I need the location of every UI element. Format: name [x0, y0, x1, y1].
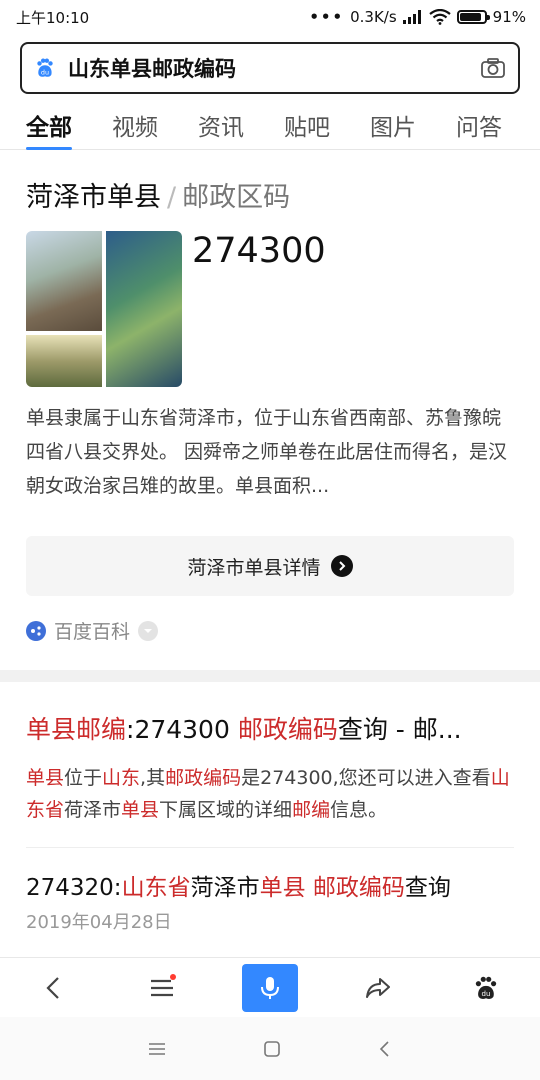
status-bar: 上午10:10 ••• 0.3K/s 91% — [0, 0, 540, 34]
chevron-right-icon — [330, 555, 353, 577]
highlighted-keyword: 邮政编码 — [165, 767, 242, 789]
search-query[interactable]: 山东单县邮政编码 — [68, 53, 480, 83]
status-time: 上午10:10 — [16, 8, 90, 27]
thumbnail-archway — [26, 231, 102, 331]
voice-search-button[interactable] — [242, 963, 298, 1012]
result-divider — [26, 847, 514, 848]
location-description: 单县隶属于山东省菏泽市，位于山东省西南部、苏鲁豫皖四省八县交界处。 因舜帝之师单… — [26, 407, 508, 497]
baidu-home-button[interactable]: du — [458, 964, 514, 1012]
search-result: 单县邮编:274300 邮政编码查询 - 邮... 单县位于山东,其邮政编码是2… — [0, 682, 540, 960]
details-button[interactable]: 菏泽市单县详情 — [26, 536, 514, 596]
baidu-paw-icon: du — [475, 976, 497, 999]
text-segment: 查询 — [404, 875, 451, 901]
card-title-subtitle: 邮政区码 — [182, 182, 291, 213]
text-segment: ,其 — [140, 767, 166, 789]
highlighted-keyword: 单县 — [259, 875, 306, 901]
postcode-value: 274300 — [192, 231, 326, 271]
highlighted-keyword: 山东 — [102, 767, 141, 789]
nav-back-icon[interactable] — [378, 1040, 392, 1058]
signal-icon — [402, 10, 421, 24]
status-dots: ••• — [309, 8, 345, 26]
text-segment: 信息。 — [330, 799, 388, 821]
search-tabs: 全部 视频 资讯 贴吧 图片 问答 — [0, 100, 540, 150]
related-result-date: 2019年04月28日 — [26, 912, 172, 933]
text-segment: 下属区域的详细 — [159, 799, 293, 821]
text-segment: 是274300,您还可以进入查看 — [241, 767, 491, 789]
tab-all[interactable]: 全部 — [26, 100, 72, 150]
bottom-toolbar: du — [0, 957, 540, 1017]
tab-images[interactable]: 图片 — [370, 100, 416, 142]
section-divider — [0, 670, 540, 682]
text-segment — [306, 875, 313, 901]
back-button[interactable] — [26, 964, 82, 1012]
text-segment: 位于 — [64, 767, 103, 789]
highlighted-keyword: 单县邮编 — [26, 715, 127, 744]
wifi-icon — [428, 9, 451, 25]
thumbnail-city — [106, 231, 182, 387]
card-title-location[interactable]: 菏泽市单县 — [26, 182, 161, 213]
result-snippet: 单县位于山东,其邮政编码是274300,您还可以进入查看山东省荷泽市单县下属区域… — [26, 762, 514, 826]
result-title[interactable]: 单县邮编:274300 邮政编码查询 - 邮... — [26, 710, 514, 746]
tab-news[interactable]: 资讯 — [198, 100, 244, 142]
share-button[interactable] — [350, 964, 406, 1012]
tab-tieba[interactable]: 贴吧 — [284, 100, 330, 142]
share-icon — [366, 977, 390, 998]
system-nav-bar — [0, 1017, 540, 1080]
source-row[interactable]: 百度百科 — [26, 617, 159, 644]
card-title-separator: / — [167, 182, 177, 213]
microphone-icon — [261, 976, 279, 999]
baike-icon — [26, 620, 46, 641]
svg-text:du: du — [41, 68, 49, 76]
svg-text:du: du — [482, 989, 491, 998]
details-button-label: 菏泽市单县详情 — [187, 556, 321, 579]
nav-menu-icon[interactable] — [148, 1042, 166, 1056]
highlighted-keyword: 单县 — [121, 799, 160, 821]
highlighted-keyword: 邮政编码 — [237, 715, 338, 744]
text-segment: 查询 - 邮... — [337, 715, 462, 744]
thumbnail-lake — [26, 335, 102, 387]
dropdown-icon[interactable] — [138, 620, 159, 641]
status-icons: ••• 0.3K/s 91% — [309, 8, 526, 26]
baidu-logo-icon: du — [37, 58, 53, 77]
source-label: 百度百科 — [54, 621, 131, 643]
back-icon — [46, 976, 59, 999]
network-speed: 0.3K/s — [350, 8, 397, 26]
related-result-title[interactable]: 274320:山东省菏泽市单县 邮政编码查询 — [26, 868, 451, 902]
highlighted-keyword: 邮政编码 — [312, 875, 405, 901]
text-segment: 荷泽市 — [64, 799, 122, 821]
card-title: 菏泽市单县 / 邮政区码 — [26, 175, 290, 214]
highlighted-keyword: 邮编 — [292, 799, 331, 821]
menu-button[interactable] — [134, 964, 190, 1012]
nav-home-icon[interactable] — [263, 1040, 281, 1058]
notification-dot — [170, 973, 176, 980]
battery-icon — [456, 10, 490, 24]
menu-icon — [151, 979, 173, 996]
text-segment: :274300 — [126, 715, 238, 744]
camera-icon[interactable] — [480, 57, 506, 79]
postcode-card: 菏泽市单县 / 邮政区码 274300 单县隶属于山东省菏泽市，位于山东省西南部、苏… — [0, 151, 540, 670]
highlighted-keyword: 单县 — [26, 767, 65, 789]
text-segment: 菏泽市 — [190, 875, 260, 901]
text-segment: 274320: — [26, 875, 122, 901]
battery-percent: 91% — [492, 8, 526, 26]
location-thumbnail[interactable] — [26, 231, 182, 387]
tab-qa[interactable]: 问答 — [456, 100, 502, 142]
highlighted-keyword: 山东省 — [121, 875, 191, 901]
search-box[interactable]: du 山东单县邮政编码 — [20, 42, 520, 94]
tab-video[interactable]: 视频 — [112, 100, 158, 142]
